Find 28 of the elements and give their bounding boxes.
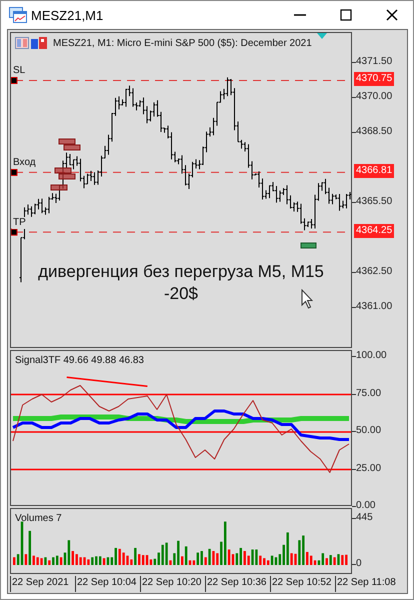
indicator-label: Volumes 7 — [15, 513, 62, 524]
handle-icon[interactable] — [11, 168, 18, 176]
indicator-label: Signal3TF 49.66 49.88 46.83 — [15, 355, 144, 366]
close-icon — [386, 9, 398, 21]
time-label: 22 Sep 11:08 — [335, 576, 396, 592]
note-text: -20$ — [164, 283, 198, 305]
cursor-icon — [301, 289, 313, 309]
price-label: 4370.75 — [354, 72, 394, 86]
chart-icon — [31, 37, 47, 49]
time-label: 22 Sep 2021 — [10, 576, 75, 592]
handle-icon[interactable] — [11, 77, 18, 84]
minimize-icon — [294, 14, 306, 16]
time-label: 22 Sep 10:52 — [270, 576, 335, 592]
window-title: MESZ21,M1 — [31, 8, 104, 22]
price-label: 4364.25 — [354, 224, 394, 238]
marker-icon — [317, 33, 327, 39]
time-label: 22 Sep 10:36 — [205, 576, 270, 592]
level-label: Вход — [12, 157, 37, 170]
table-icon — [15, 37, 29, 49]
maximize-icon — [340, 9, 352, 21]
time-label: 22 Sep 10:20 — [140, 576, 205, 592]
chart-title: MESZ21, M1: Micro E-mini S&P 500 ($5): December 2021 — [53, 38, 312, 48]
handle-icon[interactable] — [11, 228, 18, 236]
time-label: 22 Sep 10:04 — [75, 576, 140, 592]
price-label: 4366.81 — [354, 164, 394, 178]
level-label: TP — [12, 217, 27, 230]
note-text: дивергенция без перегруза М5, М15 — [38, 261, 324, 283]
app-icon — [9, 7, 27, 23]
